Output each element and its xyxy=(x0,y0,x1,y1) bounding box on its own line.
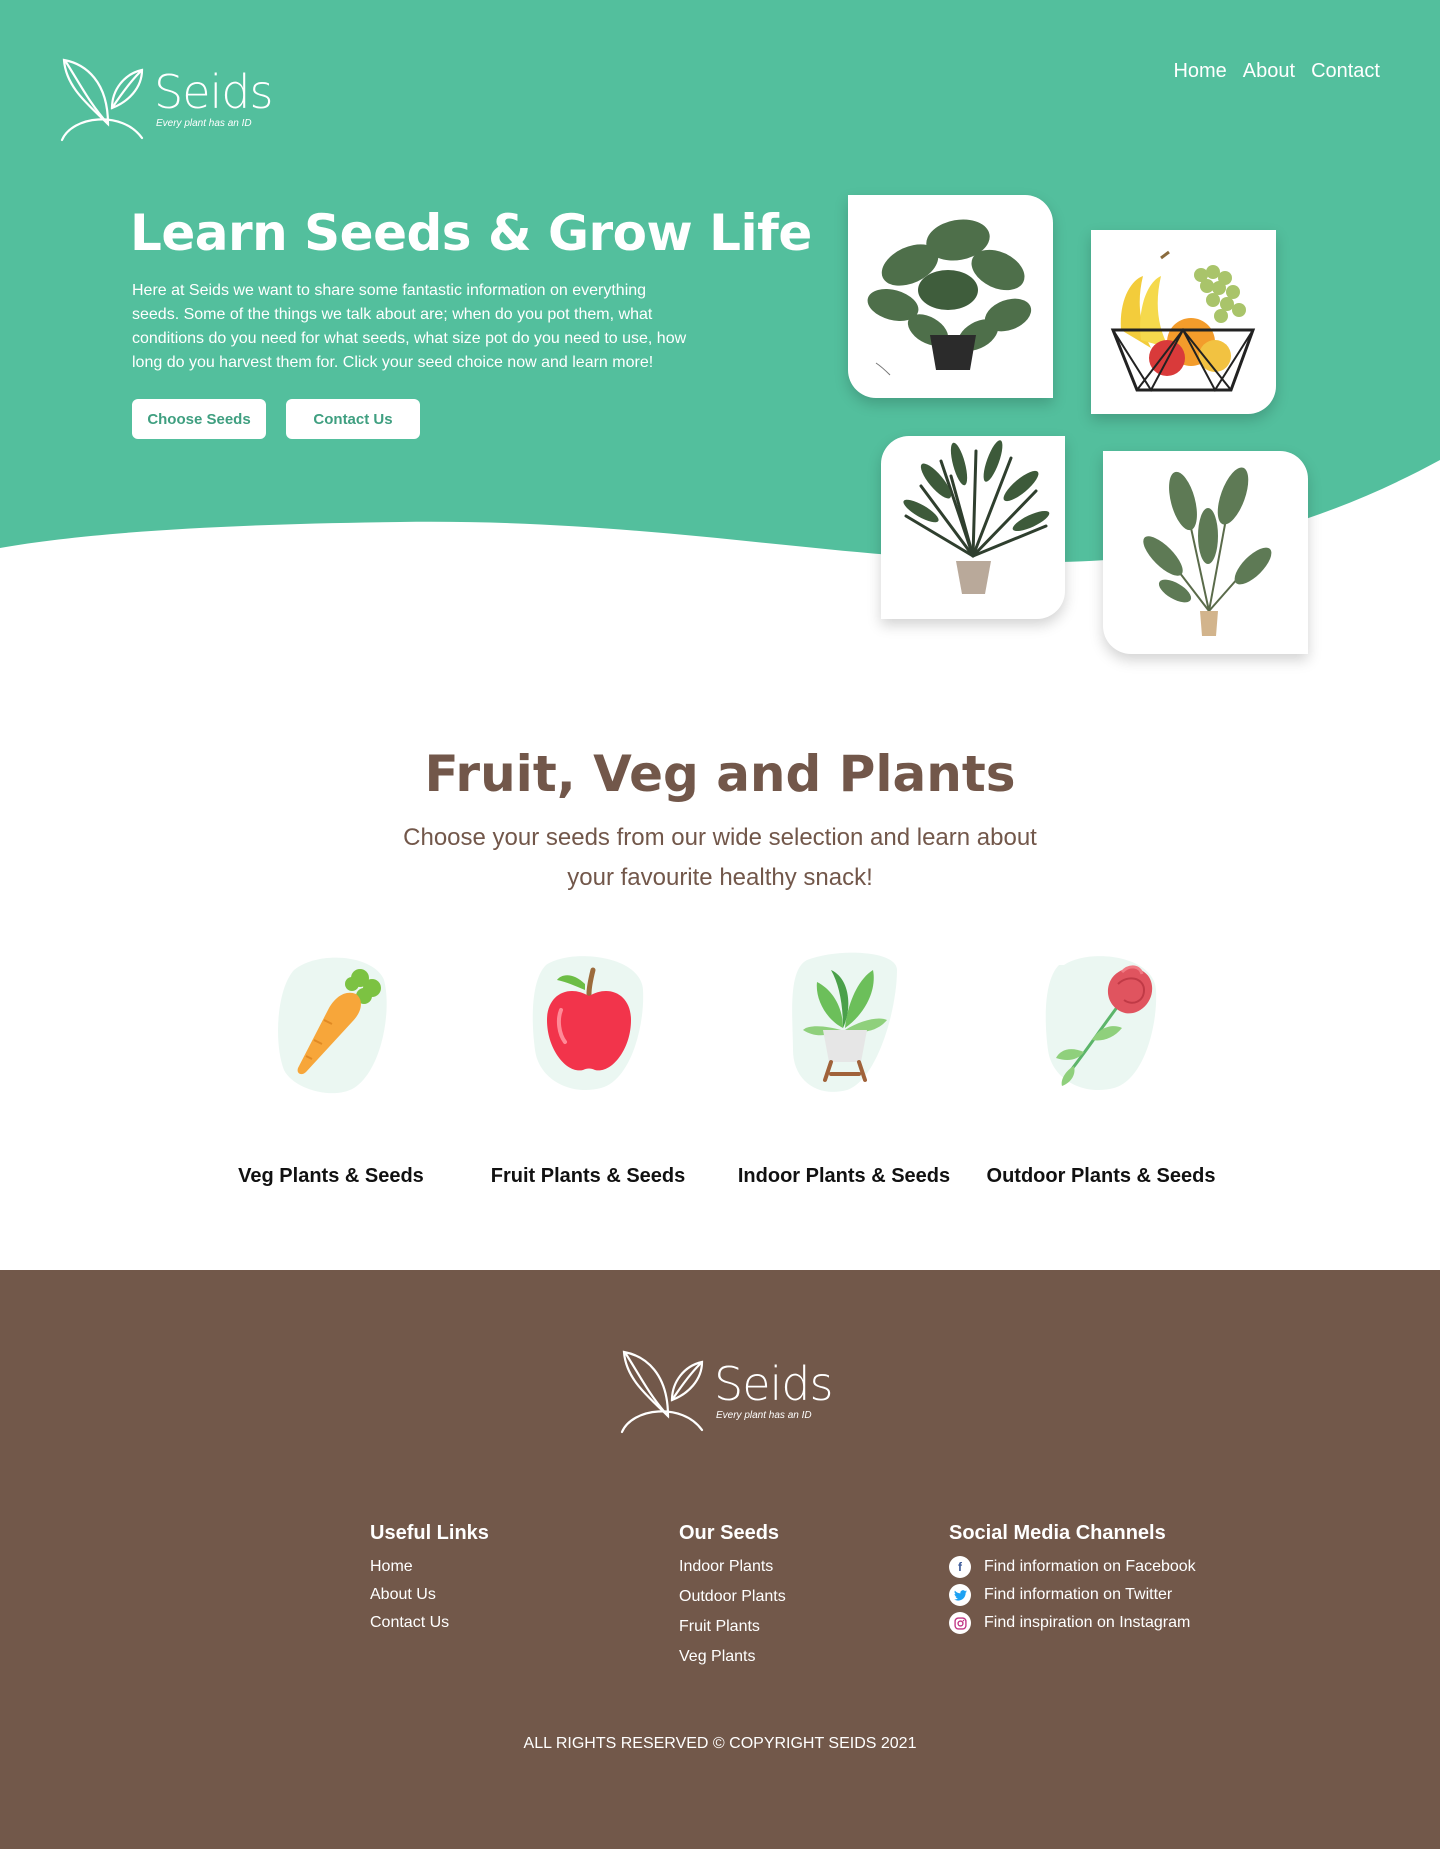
social-facebook-link[interactable]: f Find information on Facebook xyxy=(949,1553,1196,1581)
footer-link-contact[interactable]: Contact Us xyxy=(370,1609,489,1637)
footer-brand-name: Seids xyxy=(714,1357,833,1411)
palm-plant-image xyxy=(881,436,1065,619)
main-nav: Home About Contact xyxy=(1173,60,1380,83)
footer-link-about[interactable]: About Us xyxy=(370,1581,489,1609)
brand-tagline: Every plant has an ID xyxy=(156,118,252,129)
footer: Seids Every plant has an ID Useful Links… xyxy=(0,1270,1440,1849)
category-veg-label: Veg Plants & Seeds xyxy=(238,1165,424,1187)
carrot-icon xyxy=(278,957,387,1094)
potted-plant-icon xyxy=(792,952,897,1092)
social-media-column: Social Media Channels f Find information… xyxy=(949,1522,1196,1637)
section-title: Fruit, Veg and Plants xyxy=(424,745,1016,803)
twitter-icon xyxy=(949,1584,971,1606)
our-seeds-column: Our Seeds Indoor Plants Outdoor Plants F… xyxy=(679,1522,786,1673)
facebook-icon: f xyxy=(949,1556,971,1578)
banana-plant-image xyxy=(1103,451,1308,654)
nav-about-link[interactable]: About xyxy=(1243,60,1295,83)
rose-icon xyxy=(1045,956,1157,1091)
our-seeds-heading: Our Seeds xyxy=(679,1522,780,1544)
instagram-icon xyxy=(949,1612,971,1634)
brand-name: Seids xyxy=(154,65,273,119)
category-outdoor-label: Outdoor Plants & Seeds xyxy=(986,1165,1216,1187)
social-twitter-link[interactable]: Find information on Twitter xyxy=(949,1581,1196,1609)
hero-title: Learn Seeds & Grow Life xyxy=(130,204,812,262)
footer-brand-logo[interactable]: Seids Every plant has an ID xyxy=(620,1350,833,1434)
seedling-logo-icon xyxy=(620,1350,704,1434)
choose-seeds-button[interactable]: Choose Seeds xyxy=(132,399,266,439)
monstera-plant-image xyxy=(848,195,1053,398)
fruit-basket-image xyxy=(1091,230,1276,414)
apple-icon xyxy=(532,956,644,1091)
footer-link-home[interactable]: Home xyxy=(370,1553,489,1581)
footer-link-indoor[interactable]: Indoor Plants xyxy=(679,1553,786,1583)
nav-home-link[interactable]: Home xyxy=(1173,60,1226,83)
footer-link-fruit[interactable]: Fruit Plants xyxy=(679,1613,786,1643)
section-subtitle: Choose your seeds from our wide selectio… xyxy=(403,824,1037,891)
seedling-logo-icon xyxy=(60,58,144,142)
social-facebook-text: Find information on Facebook xyxy=(984,1558,1196,1575)
footer-brand-tagline: Every plant has an ID xyxy=(716,1410,812,1421)
category-fruit-label: Fruit Plants & Seeds xyxy=(490,1165,686,1187)
copyright-text: ALL RIGHTS RESERVED © COPYRIGHT SEIDS 20… xyxy=(523,1735,917,1752)
hero-section: Seids Every plant has an ID Home About C… xyxy=(0,0,1440,660)
social-instagram-link[interactable]: Find inspiration on Instagram xyxy=(949,1609,1196,1637)
nav-contact-link[interactable]: Contact xyxy=(1311,60,1380,83)
hero-description: Here at Seids we want to share some fant… xyxy=(132,282,687,371)
contact-us-button[interactable]: Contact Us xyxy=(286,399,420,439)
category-indoor-label: Indoor Plants & Seeds xyxy=(737,1165,951,1187)
brand-logo[interactable]: Seids Every plant has an ID xyxy=(60,58,273,142)
social-media-heading: Social Media Channels xyxy=(949,1522,1166,1544)
useful-links-heading: Useful Links xyxy=(370,1522,489,1544)
footer-link-outdoor[interactable]: Outdoor Plants xyxy=(679,1583,786,1613)
useful-links-column: Useful Links Home About Us Contact Us xyxy=(370,1522,489,1637)
social-instagram-text: Find inspiration on Instagram xyxy=(984,1614,1191,1631)
social-twitter-text: Find information on Twitter xyxy=(984,1586,1173,1603)
footer-link-veg[interactable]: Veg Plants xyxy=(679,1643,786,1673)
